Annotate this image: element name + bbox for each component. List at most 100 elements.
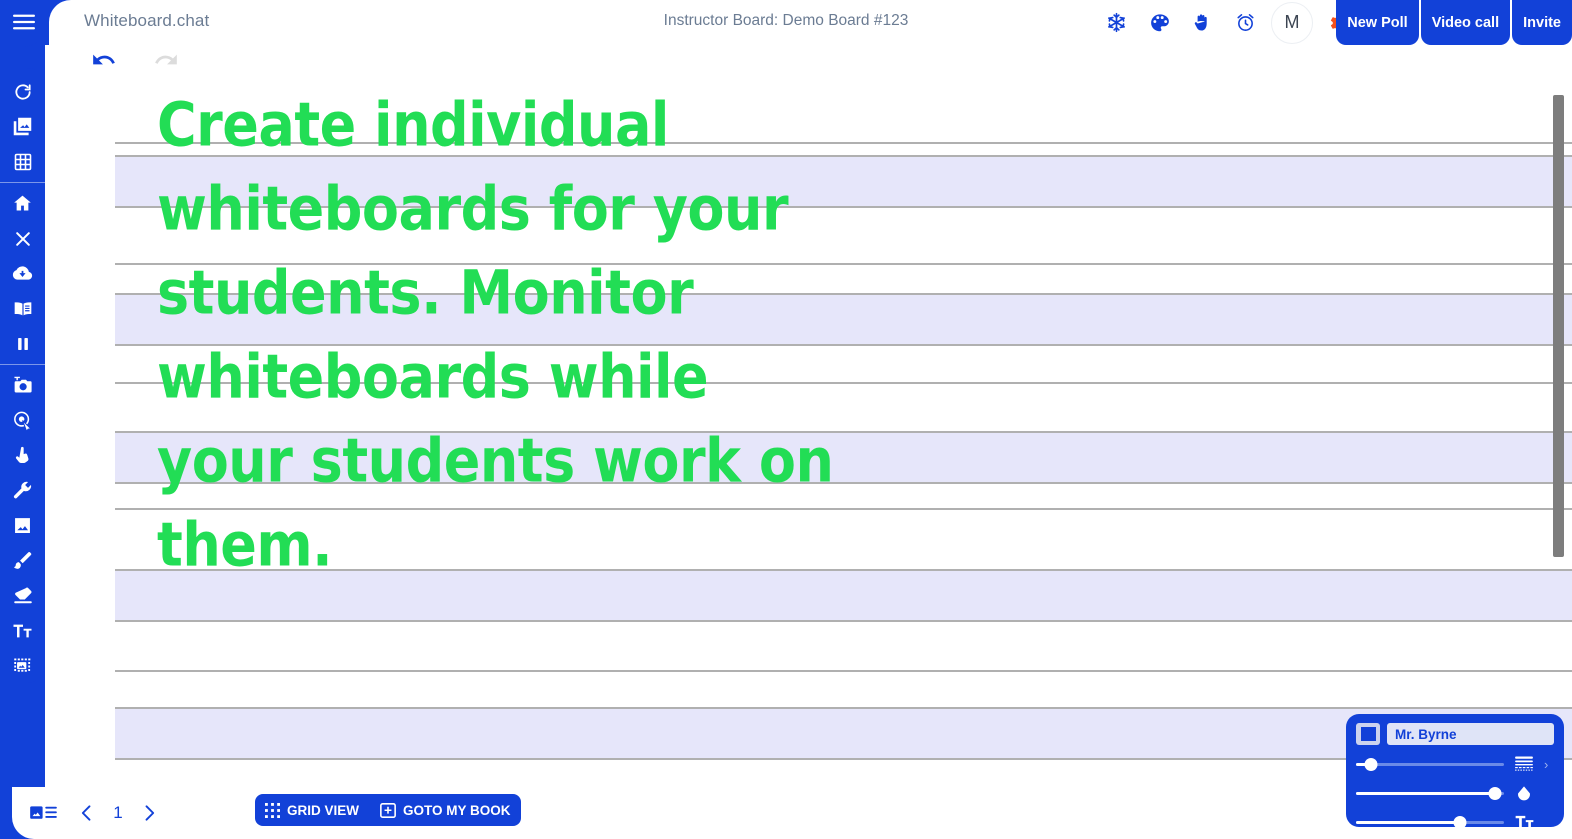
prev-page-button[interactable] [66, 787, 108, 839]
opacity-row [1356, 783, 1554, 803]
text-size-button[interactable] [1512, 814, 1536, 830]
sidebar-item-save[interactable] [0, 256, 45, 291]
sidebar-item-text[interactable] [0, 613, 45, 648]
stroke-width-slider[interactable] [1356, 754, 1504, 774]
board-layout-icon [29, 806, 57, 819]
sidebar-item-refresh[interactable] [0, 74, 45, 109]
sidebar-item-add-photo[interactable] [0, 368, 45, 403]
invite-button[interactable]: Invite [1512, 0, 1572, 45]
alarm-clock-icon [1237, 14, 1254, 31]
sidebar-item-touch[interactable] [0, 438, 45, 473]
grid-view-label: GRID VIEW [287, 802, 360, 818]
palette-icon [1150, 13, 1169, 31]
rule-line [115, 670, 1572, 672]
sidebar-item-book[interactable] [0, 291, 45, 326]
top-bar: Whiteboard.chat Instructor Board: Demo B… [0, 0, 1572, 47]
sidebar-item-crop-image[interactable] [0, 648, 45, 683]
home-icon [14, 195, 31, 211]
sidebar-item-close[interactable] [0, 221, 45, 256]
add-photo-camera-icon [14, 376, 32, 393]
header-actions: New Poll Video call Invite [1334, 0, 1572, 45]
sidebar-item-grid[interactable] [0, 144, 45, 179]
avatar[interactable]: M [1271, 1, 1313, 44]
chevron-left-icon [81, 805, 91, 821]
line-style-button[interactable] [1512, 756, 1536, 772]
menu-button[interactable] [0, 0, 48, 47]
text-tool-icon [13, 624, 32, 637]
grid-table-icon [14, 153, 31, 170]
chevron-right-icon [145, 805, 155, 821]
slider-knob[interactable] [1364, 758, 1378, 771]
rule-line [115, 707, 1572, 709]
video-call-button[interactable]: Video call [1420, 0, 1511, 45]
add-box-icon [380, 802, 396, 818]
slider-track [1356, 762, 1504, 766]
line-style-icon [1515, 756, 1533, 771]
sidebar-divider [0, 364, 45, 365]
snowflake-icon [1108, 12, 1125, 33]
font-size-row [1356, 812, 1554, 832]
sidebar-item-tools[interactable] [0, 473, 45, 508]
undo-button[interactable] [86, 44, 122, 76]
raise-hand-button[interactable] [1181, 0, 1224, 45]
freeze-board-button[interactable] [1095, 0, 1138, 45]
slider-knob[interactable] [1488, 787, 1502, 800]
crop-image-icon [13, 658, 30, 672]
book-icon [14, 301, 31, 315]
timer-button[interactable] [1224, 0, 1267, 45]
brush-icon [13, 552, 32, 569]
opacity-button[interactable] [1512, 785, 1536, 802]
current-color-swatch [1360, 727, 1376, 741]
cloud-download-icon [12, 266, 33, 280]
sidebar-item-image[interactable] [0, 508, 45, 543]
select-pointer-icon [13, 411, 32, 432]
expand-more-button[interactable]: › [1544, 757, 1554, 772]
image-icon [15, 518, 30, 533]
undo-icon [93, 54, 115, 65]
handwritten-note[interactable]: Create individual whiteboards for your s… [157, 83, 857, 587]
user-name-input[interactable]: Mr. Byrne [1387, 723, 1554, 745]
sidebar-item-pen[interactable] [0, 543, 45, 578]
hand-icon [1194, 13, 1207, 31]
wrench-icon [13, 481, 32, 499]
goto-my-book-label: GOTO MY BOOK [403, 802, 511, 818]
hamburger-icon [13, 14, 35, 30]
color-picker-button[interactable] [1356, 723, 1380, 745]
sidebar-item-eraser[interactable] [0, 578, 45, 613]
opacity-slider[interactable] [1356, 783, 1504, 803]
pen-settings-panel: Mr. Byrne › [1346, 714, 1564, 829]
sidebar-divider [0, 182, 45, 183]
undo-redo-group [86, 44, 184, 76]
view-actions-pill[interactable]: GRID VIEW GOTO MY BOOK [255, 794, 521, 826]
whiteboard-canvas[interactable]: Create individual whiteboards for your s… [45, 45, 1572, 839]
redo-button[interactable] [148, 44, 184, 76]
font-size-slider[interactable] [1356, 812, 1504, 832]
bottom-bar-left-group: 1 [20, 787, 170, 839]
whiteboard-app: Create individual whiteboards for your s… [0, 0, 1572, 839]
touch-pointer-icon [15, 446, 28, 463]
sidebar-item-gallery[interactable] [0, 109, 45, 144]
text-size-icon [1515, 815, 1533, 829]
rule-line [115, 620, 1572, 622]
tools-sidebar [0, 68, 45, 683]
palette-button[interactable] [1138, 0, 1181, 45]
slider-knob[interactable] [1453, 816, 1467, 829]
slider-fill [1356, 791, 1496, 795]
new-poll-button[interactable]: New Poll [1336, 0, 1419, 45]
image-gallery-icon [13, 117, 32, 136]
pause-icon [17, 337, 28, 350]
redo-icon [155, 54, 177, 65]
water-drop-icon [1518, 785, 1530, 800]
board-layout-button[interactable] [20, 787, 66, 839]
next-page-button[interactable] [128, 787, 170, 839]
sidebar-item-home[interactable] [0, 186, 45, 221]
refresh-icon [14, 83, 31, 100]
grid-dots-icon [265, 802, 280, 818]
stroke-width-row: › [1356, 754, 1554, 774]
vertical-scrollbar[interactable] [1553, 95, 1564, 557]
eraser-icon [13, 587, 32, 604]
pen-name-row: Mr. Byrne [1356, 723, 1554, 745]
sidebar-item-select[interactable] [0, 403, 45, 438]
sidebar-item-pause[interactable] [0, 326, 45, 361]
page-number[interactable]: 1 [108, 803, 128, 823]
